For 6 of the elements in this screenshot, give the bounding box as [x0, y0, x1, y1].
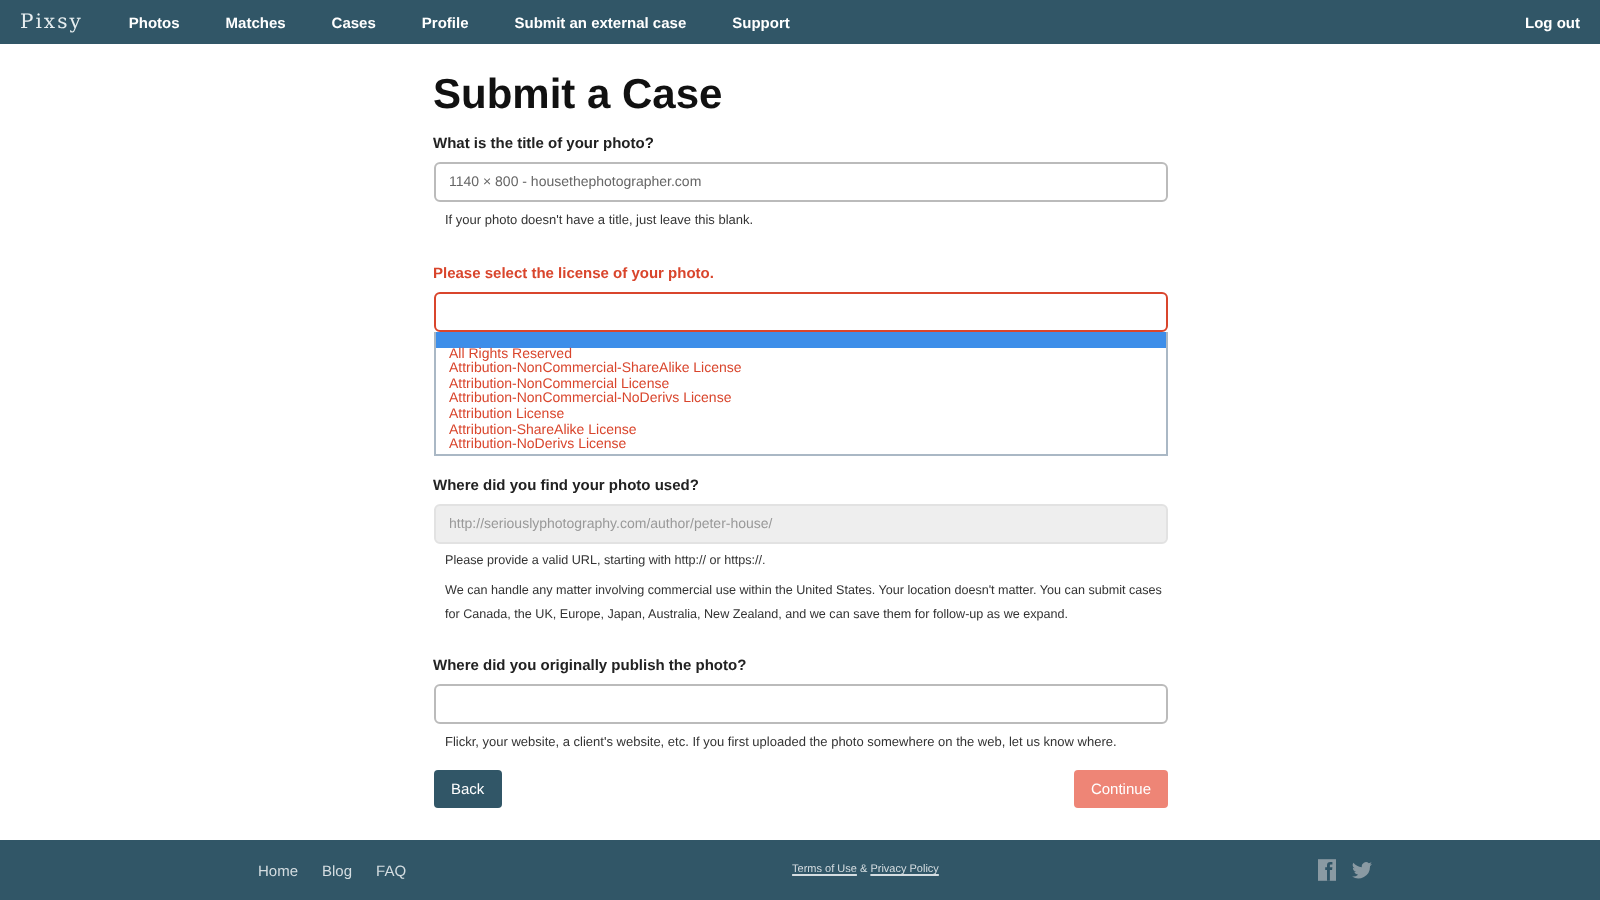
license-select[interactable] — [433, 292, 1167, 332]
logo[interactable]: Pixsy — [20, 11, 83, 33]
publish-input[interactable] — [433, 684, 1167, 724]
twitter-icon[interactable] — [1352, 860, 1373, 880]
page-title: Submit a Case — [433, 70, 725, 122]
facebook-icon[interactable] — [1318, 858, 1337, 882]
